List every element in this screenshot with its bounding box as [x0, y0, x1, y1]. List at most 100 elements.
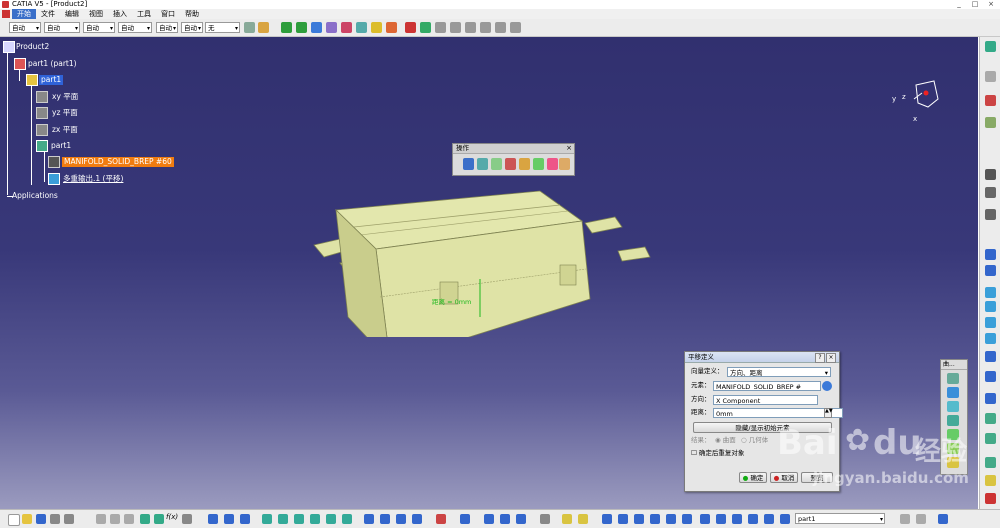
component-icon[interactable]: [450, 22, 461, 33]
split-icon[interactable]: [505, 158, 516, 170]
tree-icon[interactable]: [985, 117, 996, 128]
menu-start[interactable]: 开始: [12, 9, 36, 19]
tree-expand-icon[interactable]: [900, 514, 910, 524]
replace-icon[interactable]: [480, 22, 491, 33]
filter-icon[interactable]: [716, 514, 726, 524]
catia-icon[interactable]: [985, 493, 996, 504]
hide-show-initial-button[interactable]: 隐藏/显示初始元素: [693, 422, 832, 433]
join-icon[interactable]: [463, 158, 474, 170]
close-icon[interactable]: ×: [566, 144, 572, 153]
format-painter-icon[interactable]: [258, 22, 269, 33]
arc-icon[interactable]: [985, 371, 996, 382]
comment-icon[interactable]: [182, 514, 192, 524]
tree-plane-xy[interactable]: xy 平面: [52, 92, 78, 102]
catalog-browser-icon[interactable]: [460, 514, 470, 524]
linetype-combo[interactable]: 自动 ▾: [83, 22, 115, 33]
result-surface-radio[interactable]: ◉ 曲面: [715, 435, 736, 446]
repeat-object-checkbox[interactable]: ☐ 确定后重复对象: [691, 448, 744, 459]
preview-button[interactable]: 预览: [801, 472, 833, 483]
tree-collapse-icon[interactable]: [916, 514, 926, 524]
menu-help[interactable]: 帮助: [180, 9, 204, 19]
transform-icon[interactable]: [559, 158, 570, 170]
tree-applications[interactable]: Applications: [12, 191, 58, 201]
extrude-surface-icon[interactable]: [985, 287, 996, 298]
tree-root[interactable]: Product2: [16, 42, 49, 52]
close-icon[interactable]: ×: [826, 353, 836, 363]
offset-icon[interactable]: [947, 443, 959, 454]
print-icon[interactable]: [50, 514, 60, 524]
paint-brush-icon[interactable]: [244, 22, 255, 33]
ok-button[interactable]: ● 确定: [739, 472, 767, 483]
lineweight-combo[interactable]: 自动 ▾: [118, 22, 152, 33]
close-button[interactable]: ×: [984, 0, 998, 8]
fill-icon[interactable]: [947, 415, 959, 426]
render-combo[interactable]: 无 ▾: [205, 22, 240, 33]
app-menu-icon[interactable]: [2, 10, 10, 18]
point-combo[interactable]: 自动 ▾: [156, 22, 178, 33]
heal-icon[interactable]: [477, 158, 488, 170]
tree-plane-yz[interactable]: yz 平面: [52, 108, 78, 118]
help-icon[interactable]: [938, 514, 948, 524]
redo-icon[interactable]: [154, 514, 164, 524]
rotate-icon[interactable]: [294, 514, 304, 524]
save-icon[interactable]: [985, 95, 996, 106]
sectioning-icon[interactable]: [356, 22, 367, 33]
render-icon[interactable]: [562, 514, 572, 524]
zoom-in-icon[interactable]: [310, 514, 320, 524]
axis-icon[interactable]: [985, 187, 996, 198]
measure-between-icon[interactable]: [484, 514, 494, 524]
section-icon[interactable]: [634, 514, 644, 524]
menu-insert[interactable]: 插入: [108, 9, 132, 19]
tree-part-instance[interactable]: part1 (part1): [28, 59, 77, 69]
tree-part-node[interactable]: part1: [39, 75, 64, 85]
normal-view-icon[interactable]: [342, 514, 352, 524]
sweep-icon[interactable]: [947, 401, 959, 412]
part-icon[interactable]: [465, 22, 476, 33]
update-icon[interactable]: [602, 514, 612, 524]
material-icon[interactable]: [578, 514, 588, 524]
boundary-icon[interactable]: [533, 158, 544, 170]
pattern-icon[interactable]: [985, 413, 996, 424]
scale-icon[interactable]: [985, 475, 996, 486]
part-model[interactable]: 距离 = 0mm: [300, 187, 660, 337]
iso-view-icon[interactable]: [364, 514, 374, 524]
measure-item-icon[interactable]: [500, 514, 510, 524]
menu-edit[interactable]: 编辑: [60, 9, 84, 19]
minimize-button[interactable]: _: [952, 0, 966, 8]
menu-tools[interactable]: 工具: [132, 9, 156, 19]
swap-icon[interactable]: [650, 514, 660, 524]
curve-icon[interactable]: [947, 373, 959, 384]
tree-plane-zx[interactable]: zx 平面: [52, 125, 78, 135]
paste-icon[interactable]: [124, 514, 134, 524]
reorder-icon[interactable]: [510, 22, 521, 33]
untrim-icon[interactable]: [491, 158, 502, 170]
tree-multi-output[interactable]: 多重输出.1 (平移): [63, 174, 123, 184]
trim-icon[interactable]: [519, 158, 530, 170]
shading-icon[interactable]: [380, 514, 390, 524]
fit-all-icon[interactable]: [262, 514, 272, 524]
zoom-out-icon[interactable]: [326, 514, 336, 524]
sketch-plane-icon[interactable]: [732, 514, 742, 524]
menu-view[interactable]: 视图: [84, 9, 108, 19]
line-icon[interactable]: [985, 249, 996, 260]
grid-icon[interactable]: [666, 514, 676, 524]
parameter-icon[interactable]: [240, 514, 250, 524]
sphere-icon[interactable]: [985, 317, 996, 328]
direction-field[interactable]: X Component: [713, 395, 818, 405]
tree-manifold[interactable]: MANIFOLD_SOLID_BREP #60: [62, 157, 174, 167]
symmetry-icon[interactable]: [985, 457, 996, 468]
select-arrow-icon[interactable]: [985, 169, 996, 180]
snap-icon[interactable]: [311, 22, 322, 33]
maximize-button[interactable]: □: [968, 0, 982, 8]
inertia-icon[interactable]: [516, 514, 526, 524]
swap-space-icon[interactable]: [412, 514, 422, 524]
extract-icon[interactable]: [547, 158, 558, 170]
move-arrows-icon[interactable]: [296, 22, 307, 33]
view-icon[interactable]: [764, 514, 774, 524]
compass[interactable]: y z x: [888, 77, 948, 127]
link-icon[interactable]: [618, 514, 628, 524]
sketch-icon[interactable]: [985, 41, 996, 52]
blend-icon[interactable]: [947, 429, 959, 440]
edit-icon[interactable]: [985, 209, 996, 220]
corner-icon[interactable]: [985, 393, 996, 404]
